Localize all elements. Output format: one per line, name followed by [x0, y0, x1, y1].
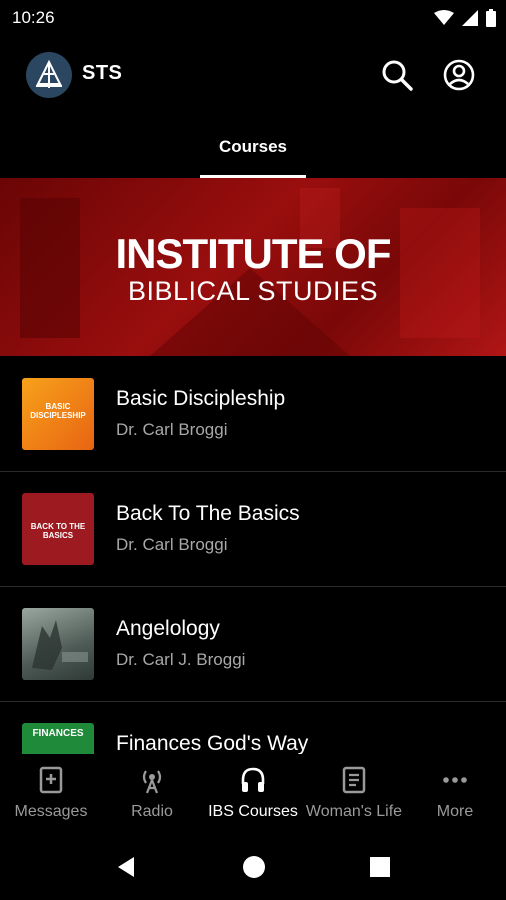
angel-statue-image	[32, 620, 88, 670]
tab-courses[interactable]: Courses	[200, 112, 306, 178]
recents-icon[interactable]	[368, 855, 392, 879]
nav-radio[interactable]: Radio	[102, 754, 202, 838]
radio-tower-icon	[142, 770, 162, 794]
nav-ibs-courses-label: IBS Courses	[208, 803, 298, 820]
sts-logo-icon	[36, 59, 62, 88]
nav-radio-label: Radio	[131, 803, 173, 820]
search-icon	[382, 60, 413, 91]
course-list: BASIC DISCIPLESHIP Basic Discipleship Dr…	[0, 356, 506, 754]
app-title: STS	[82, 62, 123, 84]
course-title: Back To The Basics	[116, 502, 300, 525]
cellular-signal-icon	[462, 10, 478, 26]
nav-more[interactable]: More	[405, 754, 505, 838]
bottom-navigation: Messages Radio IBS Courses Woman's Life …	[0, 754, 506, 838]
course-item-finances-gods-way[interactable]: FINANCES Finances God's Way	[0, 701, 506, 754]
app-bar: STS	[0, 36, 506, 112]
course-item-back-to-the-basics[interactable]: BACK TO THE BASICS Back To The Basics Dr…	[0, 471, 506, 587]
nav-messages[interactable]: Messages	[1, 754, 101, 838]
home-icon[interactable]	[242, 855, 266, 879]
status-bar: 10:26	[0, 0, 506, 36]
course-author: Dr. Carl Broggi	[116, 535, 228, 554]
status-time: 10:26	[12, 8, 55, 27]
battery-icon	[486, 9, 496, 27]
wifi-icon	[434, 10, 454, 25]
course-title: Finances God's Way	[116, 732, 309, 754]
book-plus-icon	[39, 766, 63, 794]
banner-title-line2: BIBLICAL STUDIES	[127, 276, 379, 306]
course-item-angelology[interactable]: Angelology Dr. Carl J. Broggi	[0, 586, 506, 702]
system-navigation-bar	[0, 838, 506, 900]
course-thumbnail: BASIC DISCIPLESHIP	[22, 378, 94, 450]
course-thumbnail: FINANCES	[22, 723, 94, 754]
course-title: Angelology	[116, 617, 220, 640]
nav-womans-life[interactable]: Woman's Life	[304, 754, 404, 838]
back-icon[interactable]	[114, 855, 138, 879]
open-book-icon	[342, 766, 366, 794]
status-icons	[434, 9, 496, 27]
nav-messages-label: Messages	[14, 803, 88, 820]
course-author: Dr. Carl Broggi	[116, 420, 228, 439]
course-thumbnail-text: BASIC DISCIPLESHIP	[30, 402, 86, 420]
hero-banner: INSTITUTE OF BIBLICAL STUDIES	[0, 178, 506, 356]
app-logo[interactable]	[26, 52, 72, 98]
account-circle-icon	[443, 59, 475, 91]
course-title: Basic Discipleship	[116, 387, 286, 410]
nav-more-label: More	[436, 803, 474, 820]
tab-courses-label: Courses	[218, 137, 288, 156]
course-thumbnail-text: FINANCES	[32, 728, 84, 739]
more-dots-icon	[443, 777, 467, 783]
course-item-basic-discipleship[interactable]: BASIC DISCIPLESHIP Basic Discipleship Dr…	[0, 356, 506, 472]
banner-title-line1: INSTITUTE OF	[115, 230, 392, 277]
account-button[interactable]	[442, 58, 476, 92]
headphones-icon	[241, 767, 265, 792]
course-thumbnail: BACK TO THE BASICS	[22, 493, 94, 565]
course-thumbnail	[22, 608, 94, 680]
course-thumbnail-text: BACK TO THE BASICS	[30, 522, 86, 540]
search-button[interactable]	[380, 58, 414, 92]
tab-bar: Courses	[0, 112, 506, 178]
course-author: Dr. Carl J. Broggi	[116, 650, 246, 669]
nav-womans-life-label: Woman's Life	[305, 803, 403, 820]
nav-ibs-courses[interactable]: IBS Courses	[203, 754, 303, 838]
